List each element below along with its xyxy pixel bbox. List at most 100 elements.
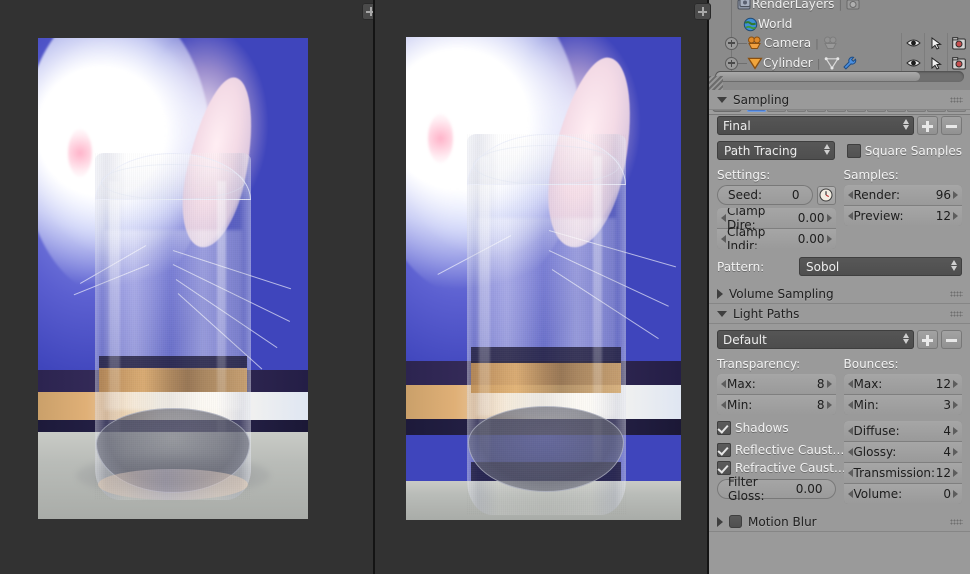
mesh-data-icon[interactable]: [824, 56, 840, 70]
decrement-arrow-icon[interactable]: [847, 191, 853, 199]
camera-data-icon[interactable]: [823, 36, 840, 50]
integrator-dropdown[interactable]: Path Tracing: [717, 141, 835, 160]
decrement-arrow-icon[interactable]: [847, 401, 853, 409]
diffuse-bounces-label: Diffuse:: [853, 424, 900, 438]
render-result-right[interactable]: [406, 37, 681, 520]
outliner-expand-toggle[interactable]: [725, 56, 738, 70]
settings-header: Settings:: [717, 168, 771, 182]
sampling-preset-remove-button[interactable]: [941, 116, 962, 135]
split-handle-mid[interactable]: [694, 3, 711, 20]
sampling-preset-add-button[interactable]: [917, 116, 938, 135]
increment-arrow-icon[interactable]: [826, 214, 832, 222]
decrement-arrow-icon[interactable]: [721, 380, 726, 388]
decrement-arrow-icon[interactable]: [847, 212, 853, 220]
increment-arrow-icon[interactable]: [826, 380, 832, 388]
increment-arrow-icon[interactable]: [826, 401, 832, 409]
square-samples-checkbox[interactable]: [846, 143, 861, 158]
decrement-arrow-icon[interactable]: [847, 427, 853, 435]
panel-title: Light Paths: [733, 306, 800, 321]
decrement-arrow-icon[interactable]: [847, 490, 853, 498]
increment-arrow-icon[interactable]: [953, 380, 958, 388]
transparency-min-field[interactable]: Min: 8: [717, 395, 836, 415]
filter-gloss-field[interactable]: Filter Gloss: 0.00: [717, 475, 836, 503]
increment-arrow-icon[interactable]: [953, 427, 958, 435]
animal-ear-pink: [67, 129, 92, 178]
diffuse-bounces-field[interactable]: Diffuse: 4: [843, 421, 962, 442]
decrement-arrow-icon[interactable]: [721, 401, 726, 409]
decrement-arrow-icon[interactable]: [847, 469, 853, 477]
increment-arrow-icon[interactable]: [953, 448, 958, 456]
preview-samples-field[interactable]: Preview: 12: [843, 206, 962, 226]
render-scene-left: [38, 38, 308, 519]
bounces-min-field[interactable]: Min: 3: [843, 395, 962, 415]
transmission-bounces-field[interactable]: Transmission: 12: [843, 463, 962, 484]
split-handle-left[interactable]: [362, 3, 373, 20]
panel-header-sampling[interactable]: Sampling: [709, 90, 970, 110]
decrement-arrow-icon[interactable]: [847, 380, 853, 388]
decrement-arrow-icon[interactable]: [721, 235, 726, 243]
outliner-row-cylinder[interactable]: Cylinder |: [709, 53, 970, 73]
lightpaths-preset-remove-button[interactable]: [941, 330, 962, 349]
integrator-row: Path Tracing Square Samples: [717, 141, 962, 160]
outliner-row-camera[interactable]: Camera |: [709, 33, 970, 53]
outliner-restrict-columns: [901, 33, 970, 53]
renderlayers-badge-icon[interactable]: [846, 0, 861, 11]
refractive-caustics-checkbox[interactable]: [717, 461, 731, 475]
image-editor-left[interactable]: [0, 0, 373, 574]
panel-grip-icon[interactable]: [950, 311, 963, 317]
filter-gloss-label: Filter Gloss:: [728, 475, 765, 503]
panel-grip-icon[interactable]: [950, 291, 963, 297]
outliner-editor[interactable]: RenderLayers | World Camera | Cylinder |: [709, 0, 970, 90]
shadows-checkbox[interactable]: [717, 421, 731, 435]
outliner-row-renderlayers[interactable]: RenderLayers |: [709, 0, 970, 14]
panel-header-light-paths[interactable]: Light Paths: [709, 304, 970, 324]
increment-arrow-icon[interactable]: [953, 401, 958, 409]
outliner-restrict-render[interactable]: [947, 53, 970, 73]
eye-icon: [905, 59, 921, 67]
increment-arrow-icon[interactable]: [953, 191, 958, 199]
properties-editor[interactable]: Sampling Final Path Tracing Square Sampl…: [709, 90, 970, 574]
increment-arrow-icon[interactable]: [826, 235, 832, 243]
bounces-max-field[interactable]: Max: 12: [843, 374, 962, 395]
panel-header-volume-sampling[interactable]: Volume Sampling: [709, 284, 970, 304]
glossy-bounces-field[interactable]: Glossy: 4: [843, 442, 962, 463]
lightpaths-preset-field[interactable]: Default: [717, 330, 914, 349]
lightpaths-preset-add-button[interactable]: [917, 330, 938, 349]
panel-grip-icon[interactable]: [950, 97, 963, 103]
seed-field[interactable]: Seed: 0: [717, 185, 813, 205]
outliner-restrict-select[interactable]: [924, 33, 947, 53]
volume-bounces-field[interactable]: Volume: 0: [843, 484, 962, 504]
reflective-caustics-checkbox[interactable]: [717, 443, 731, 457]
transparency-max-field[interactable]: Max: 8: [717, 374, 836, 395]
image-editor-right[interactable]: [375, 0, 707, 574]
area-resize-corner[interactable]: [709, 76, 723, 90]
wrench-modifier-icon[interactable]: [842, 56, 858, 70]
clamp-indirect-label: Clamp Indir:: [727, 225, 766, 249]
bounces-max-value: 12: [935, 377, 951, 391]
panel-header-motion-blur[interactable]: Motion Blur: [709, 512, 970, 532]
seed-animate-button[interactable]: [816, 185, 836, 205]
decrement-arrow-icon[interactable]: [721, 214, 726, 222]
increment-arrow-icon[interactable]: [953, 469, 958, 477]
increment-arrow-icon[interactable]: [953, 212, 958, 220]
decrement-arrow-icon[interactable]: [847, 448, 853, 456]
pattern-dropdown[interactable]: Sobol: [799, 257, 962, 276]
render-samples-field[interactable]: Render: 96: [843, 185, 962, 206]
motion-blur-toggle[interactable]: [729, 515, 742, 528]
clamp-indirect-field[interactable]: Clamp Indir: 0.00: [717, 225, 836, 249]
eye-icon: [905, 39, 921, 47]
transparency-group: Max: 8 Min: 8: [717, 374, 836, 415]
outliner-restrict-select[interactable]: [924, 53, 947, 73]
outliner-expand-toggle[interactable]: [725, 36, 738, 50]
outliner-restrict-view[interactable]: [901, 53, 924, 73]
chevron-updown-icon: [823, 144, 830, 155]
outliner-restrict-view[interactable]: [901, 33, 924, 53]
outliner-row-world[interactable]: World: [709, 14, 970, 34]
panel-grip-icon[interactable]: [950, 519, 963, 525]
render-result-left[interactable]: [38, 38, 308, 519]
increment-arrow-icon[interactable]: [953, 490, 958, 498]
outliner-horizontal-scrollbar[interactable]: [715, 71, 964, 82]
outliner-restrict-render[interactable]: [947, 33, 970, 53]
sampling-preset-field[interactable]: Final: [717, 116, 914, 135]
scrollbar-thumb[interactable]: [716, 72, 921, 81]
